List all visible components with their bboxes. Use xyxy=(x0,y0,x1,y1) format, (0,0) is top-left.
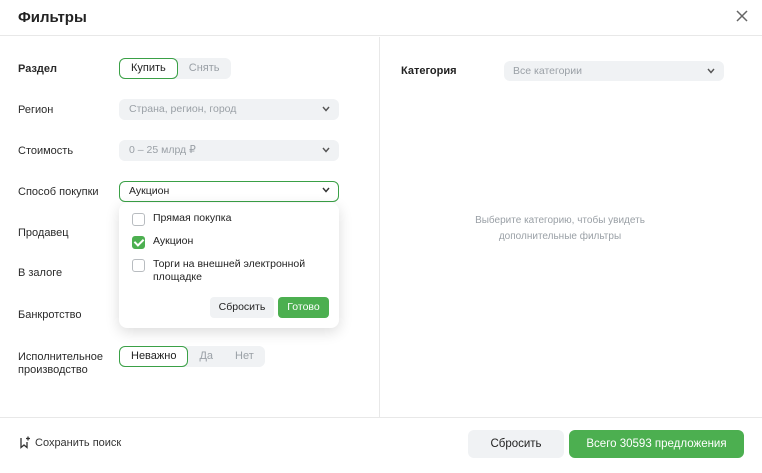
checkbox[interactable] xyxy=(132,259,145,272)
dropdown-done-button[interactable]: Готово xyxy=(278,297,329,318)
chevron-down-icon xyxy=(322,147,330,153)
option-label: Торги на внешней электронной площадке xyxy=(153,258,306,283)
seller-label: Продавец xyxy=(18,227,69,239)
section-option-rent[interactable]: Снять xyxy=(178,58,231,79)
enforcement-option-any[interactable]: Неважно xyxy=(119,346,189,367)
chevron-down-icon xyxy=(322,106,330,112)
cost-label: Стоимость xyxy=(18,145,74,157)
close-icon[interactable] xyxy=(734,8,750,24)
purchase-method-label: Способ покупки xyxy=(18,186,99,198)
category-label: Категория xyxy=(401,65,457,77)
section-label: Раздел xyxy=(18,63,57,75)
save-search-label: Сохранить поиск xyxy=(35,436,122,449)
modal-footer: Сохранить поиск Сбросить Всего 30593 пре… xyxy=(0,417,762,473)
dropdown-option-direct[interactable]: Прямая покупка xyxy=(132,212,313,226)
region-label: Регион xyxy=(18,104,54,116)
show-results-button[interactable]: Всего 30593 предложения xyxy=(569,430,744,458)
category-hint: Выберите категорию, чтобы увидеть дополн… xyxy=(475,215,645,242)
enforcement-toggle: Неважно Да Нет xyxy=(119,346,265,367)
purchase-method-value: Аукцион xyxy=(129,185,170,197)
checkbox[interactable] xyxy=(132,213,145,226)
dropdown-option-external-trading[interactable]: Торги на внешней электронной площадке xyxy=(132,258,313,284)
reset-button[interactable]: Сбросить xyxy=(468,430,564,458)
region-placeholder: Страна, регион, город xyxy=(129,103,237,115)
enforcement-option-yes[interactable]: Да xyxy=(188,346,224,367)
chevron-down-icon xyxy=(322,187,330,193)
dropdown-option-auction[interactable]: Аукцион xyxy=(132,235,313,249)
purchase-method-select[interactable]: Аукцион xyxy=(119,181,339,202)
modal-title: Фильтры xyxy=(18,9,87,26)
bankruptcy-label: Банкротство xyxy=(18,309,82,321)
category-value: Все категории xyxy=(513,65,582,77)
modal-header: Фильтры xyxy=(0,0,762,36)
option-label: Прямая покупка xyxy=(153,212,232,224)
enforcement-option-no[interactable]: Нет xyxy=(224,346,265,367)
cost-value: 0 – 25 млрд ₽ xyxy=(129,144,196,156)
section-toggle: Купить Снять xyxy=(119,58,231,79)
save-search-button[interactable]: Сохранить поиск xyxy=(18,436,121,449)
pledge-label: В залоге xyxy=(18,267,63,279)
dropdown-reset-button[interactable]: Сбросить xyxy=(210,297,274,318)
cost-select[interactable]: 0 – 25 млрд ₽ xyxy=(119,140,339,161)
chevron-down-icon xyxy=(707,68,715,74)
category-select[interactable]: Все категории xyxy=(504,61,724,81)
purchase-method-dropdown: Прямая покупка Аукцион Торги на внешней … xyxy=(119,203,339,328)
option-label: Аукцион xyxy=(153,235,194,247)
bookmark-plus-icon xyxy=(20,436,30,449)
section-option-buy[interactable]: Купить xyxy=(119,58,178,79)
enforcement-label: Исполнительное производство xyxy=(18,351,104,376)
checkbox-checked[interactable] xyxy=(132,236,145,249)
region-select[interactable]: Страна, регион, город xyxy=(119,99,339,120)
